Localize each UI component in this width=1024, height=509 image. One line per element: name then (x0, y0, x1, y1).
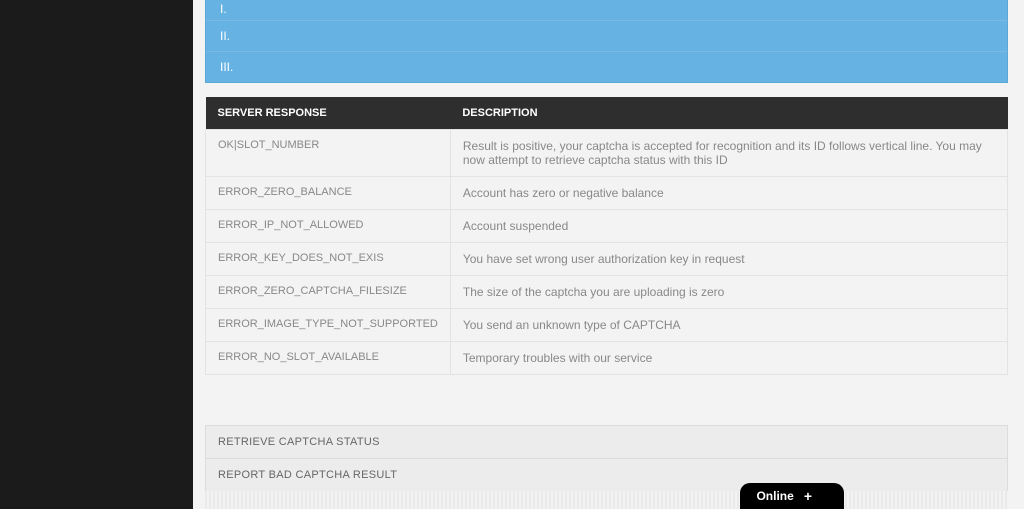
accordion: RETRIEVE CAPTCHA STATUS REPORT BAD CAPTC… (205, 425, 1008, 509)
response-desc: You send an unknown type of CAPTCHA (450, 309, 1007, 342)
response-code: ERROR_ZERO_BALANCE (206, 177, 451, 210)
table-row: OK|SLOT_NUMBER Result is positive, your … (206, 130, 1008, 177)
ordered-list-panel: I. II. III. (205, 0, 1008, 83)
accordion-item-retrieve-status[interactable]: RETRIEVE CAPTCHA STATUS (205, 425, 1008, 459)
response-desc: The size of the captcha you are uploadin… (450, 276, 1007, 309)
response-desc: Temporary troubles with our service (450, 342, 1007, 375)
chat-status-pill[interactable]: Online + (740, 483, 844, 509)
table-row: ERROR_ZERO_CAPTCHA_FILESIZE The size of … (206, 276, 1008, 309)
response-desc: Account suspended (450, 210, 1007, 243)
table-row: ERROR_ZERO_BALANCE Account has zero or n… (206, 177, 1008, 210)
table-row: ERROR_NO_SLOT_AVAILABLE Temporary troubl… (206, 342, 1008, 375)
server-response-table: SERVER RESPONSE DESCRIPTION OK|SLOT_NUMB… (205, 97, 1008, 375)
status-label: Online (756, 489, 793, 503)
table-row: ERROR_IMAGE_TYPE_NOT_SUPPORTED You send … (206, 309, 1008, 342)
table-row: ERROR_IP_NOT_ALLOWED Account suspended (206, 210, 1008, 243)
col-header-description: DESCRIPTION (450, 97, 1007, 130)
response-code: ERROR_IP_NOT_ALLOWED (206, 210, 451, 243)
response-code: ERROR_KEY_DOES_NOT_EXIS (206, 243, 451, 276)
list-item: III. (206, 51, 1007, 82)
response-code: ERROR_IMAGE_TYPE_NOT_SUPPORTED (206, 309, 451, 342)
response-desc: Result is positive, your captcha is acce… (450, 130, 1007, 177)
accordion-item-report-bad[interactable]: REPORT BAD CAPTCHA RESULT (205, 458, 1008, 492)
response-desc: Account has zero or negative balance (450, 177, 1007, 210)
list-item: I. (206, 0, 1007, 20)
response-desc: You have set wrong user authorization ke… (450, 243, 1007, 276)
main-content: I. II. III. SERVER RESPONSE DESCRIPTION … (193, 0, 1024, 509)
response-code: ERROR_NO_SLOT_AVAILABLE (206, 342, 451, 375)
col-header-response: SERVER RESPONSE (206, 97, 451, 130)
response-code: ERROR_ZERO_CAPTCHA_FILESIZE (206, 276, 451, 309)
accordion-item-additional-futures[interactable]: ADDITIONAL FUTURES (205, 491, 1008, 509)
plus-icon: + (804, 489, 812, 503)
response-code: OK|SLOT_NUMBER (206, 130, 451, 177)
list-item: II. (206, 20, 1007, 51)
sidebar (0, 0, 193, 509)
table-row: ERROR_KEY_DOES_NOT_EXIS You have set wro… (206, 243, 1008, 276)
